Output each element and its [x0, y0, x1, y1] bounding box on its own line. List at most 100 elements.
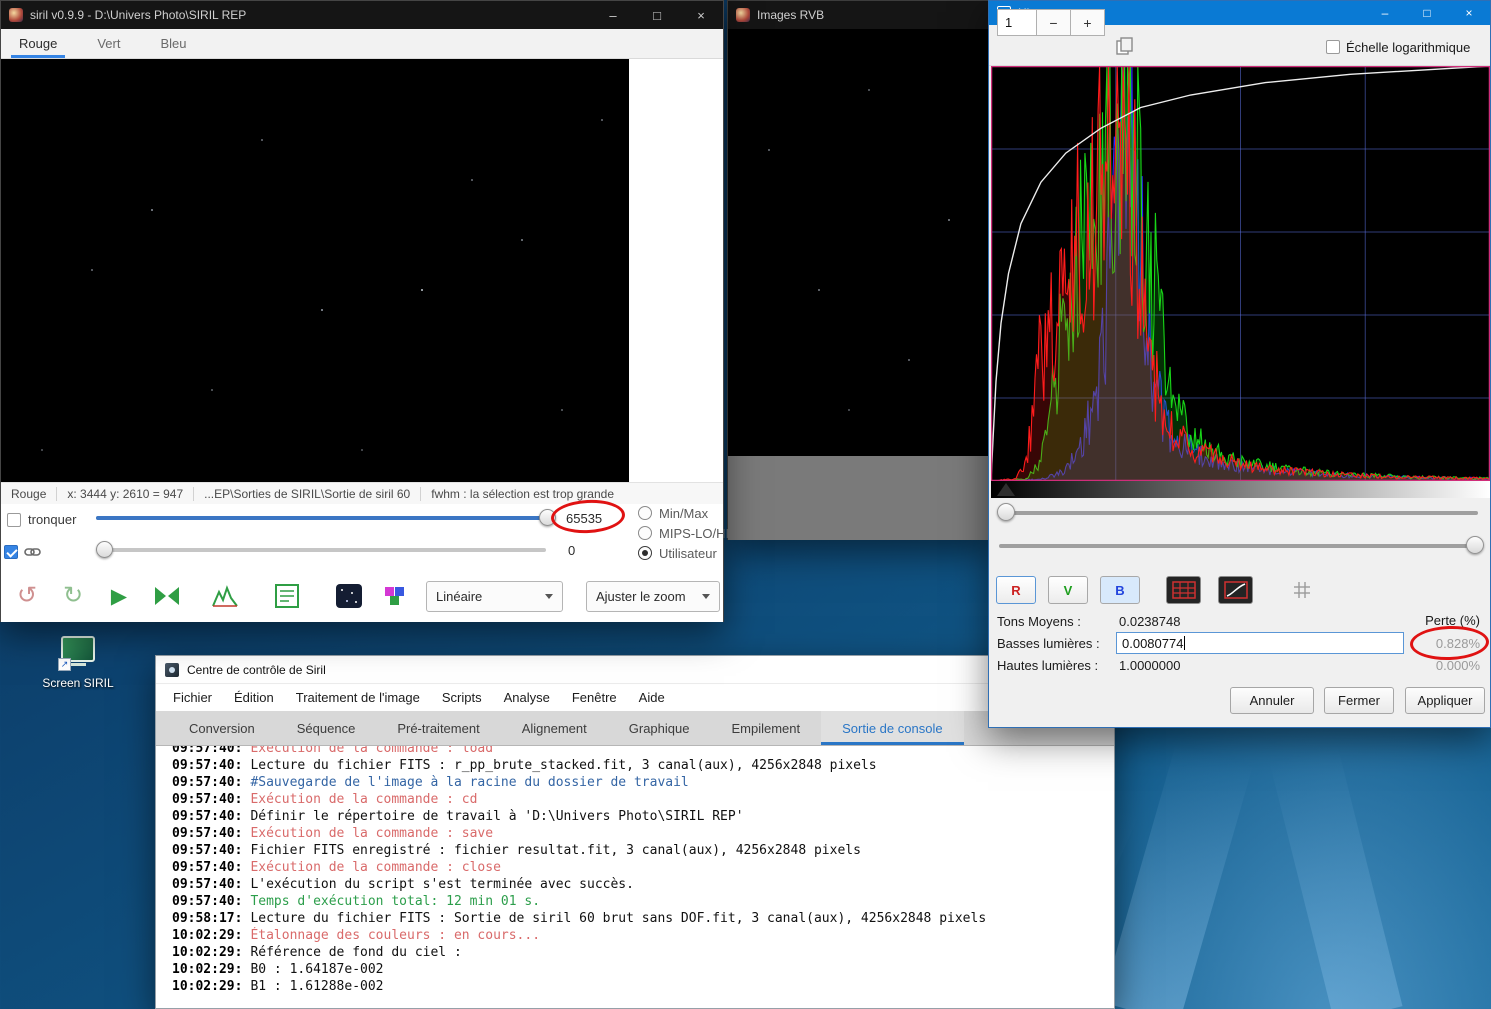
display-controls-panel: tronquer 65535 Min/Max MIPS-LO/HI Utilis… [1, 504, 729, 622]
star-detection-button[interactable] [331, 576, 367, 616]
green-channel-button[interactable]: V [1048, 576, 1088, 604]
image-canvas[interactable] [1, 59, 629, 482]
histogram-transform-button[interactable] [205, 576, 245, 616]
siril-control-icon [165, 662, 179, 677]
tab-rouge[interactable]: Rouge [11, 29, 65, 58]
layer-spin-input[interactable]: 1 [997, 9, 1037, 36]
screen-stand [70, 663, 86, 666]
highlights-label: Hautes lumières : [997, 658, 1099, 673]
redo-button[interactable]: ↻ [55, 576, 91, 616]
redo-icon: ↻ [62, 582, 84, 609]
chevron-down-icon [702, 594, 710, 599]
highlights-slider[interactable] [989, 534, 1490, 558]
close-dialog-button[interactable]: Fermer [1324, 687, 1394, 714]
rvb-image-area[interactable] [728, 29, 992, 456]
tab-vert[interactable]: Vert [89, 29, 128, 58]
starfield [1, 59, 3, 61]
rvb-titlebar[interactable]: Images RVB [728, 1, 992, 29]
histogram-window: Histogrammes – □ × 1 − + Échelle logarit… [988, 0, 1491, 728]
rvb-window-title: Images RVB [757, 8, 825, 22]
layers-icon [1116, 37, 1133, 55]
shadows-input-value: 0.0080774 [1122, 635, 1184, 651]
control-titlebar[interactable]: Centre de contrôle de Siril [156, 656, 1114, 684]
console-output[interactable]: 09:57:40: Exécution de la commande : load… [156, 746, 1114, 1008]
maximize-button[interactable]: □ [1406, 1, 1448, 25]
console-line: 10:02:29: B0 : 1.64187e-002 [172, 962, 384, 977]
menu-traitement[interactable]: Traitement de l'image [285, 686, 431, 709]
truncate-checkbox[interactable] [7, 513, 21, 527]
menu-edition[interactable]: Édition [223, 686, 285, 709]
shadows-input[interactable]: 0.0080774 [1116, 632, 1404, 654]
undo-button[interactable]: ↺ [9, 576, 45, 616]
status-coordinates: x: 3444 y: 2610 = 947 [57, 486, 195, 501]
radio-icon[interactable] [638, 506, 652, 520]
tab-empilement[interactable]: Empilement [710, 711, 821, 745]
menu-scripts[interactable]: Scripts [431, 686, 493, 709]
radio-icon[interactable] [638, 526, 652, 540]
console-line: 09:57:40: #Sauvegarde de l'image à la rac… [172, 775, 689, 790]
link-channels-checkbox[interactable] [4, 545, 18, 559]
siril-titlebar[interactable]: siril v0.9.9 - D:\Univers Photo\SIRIL RE… [1, 1, 723, 29]
low-slider-handle[interactable] [96, 541, 113, 558]
status-fwhm: fwhm : la sélection est trop grande [431, 486, 614, 501]
radio-mips[interactable]: MIPS-LO/HI [638, 525, 729, 541]
tab-conversion[interactable]: Conversion [168, 711, 276, 745]
tab-graphique[interactable]: Graphique [608, 711, 711, 745]
highlights-slider-handle[interactable] [1466, 536, 1484, 554]
process-button[interactable]: ▶ [101, 576, 137, 616]
statistics-button[interactable] [267, 576, 307, 616]
menu-analyse[interactable]: Analyse [493, 686, 561, 709]
radio-utilisateur[interactable]: Utilisateur [638, 545, 717, 561]
menu-aide[interactable]: Aide [628, 686, 676, 709]
loss-header: Perte (%) [1425, 613, 1480, 628]
tab-alignement[interactable]: Alignement [501, 711, 608, 745]
stats-panel-icon [275, 584, 299, 608]
channel-stack-button[interactable] [1115, 36, 1135, 61]
desktop-shortcut-screen-siril[interactable]: ↗ Screen SIRIL [38, 636, 118, 690]
display-mode-value: Linéaire [436, 589, 483, 604]
stars-icon [336, 584, 362, 608]
spin-plus-button[interactable]: + [1070, 9, 1105, 36]
console-line: 09:57:40: Exécution de la commande : clos… [172, 860, 501, 875]
window-controls: – □ × [1364, 1, 1490, 25]
grid-view-button[interactable] [1166, 576, 1201, 604]
highlights-value: 1.0000000 [1119, 658, 1181, 673]
menu-fichier[interactable]: Fichier [162, 686, 223, 709]
grid-display-toggle[interactable] [1293, 581, 1311, 604]
histogram-plot [990, 65, 1491, 482]
tab-bleu[interactable]: Bleu [152, 29, 194, 58]
close-button[interactable]: × [1448, 1, 1490, 25]
shadows-slider-handle[interactable] [997, 503, 1015, 521]
tab-sortie-console[interactable]: Sortie de console [821, 711, 964, 745]
fit-zoom-button[interactable]: Ajuster le zoom [586, 581, 720, 612]
red-channel-button[interactable]: R [996, 576, 1036, 604]
maximize-button[interactable]: □ [635, 1, 679, 29]
curve-display-button[interactable] [1218, 576, 1253, 604]
log-scale-checkbox[interactable] [1326, 40, 1340, 54]
radio-icon[interactable] [638, 546, 652, 560]
blue-channel-button[interactable]: B [1100, 576, 1140, 604]
display-mode-select[interactable]: Linéaire [426, 581, 563, 612]
radio-minmax[interactable]: Min/Max [638, 505, 708, 521]
shadows-slider[interactable] [989, 501, 1490, 525]
minimize-button[interactable]: – [591, 1, 635, 29]
rgb-icon [384, 586, 406, 606]
screen-siril-icon: ↗ [58, 636, 98, 672]
tab-sequence[interactable]: Séquence [276, 711, 377, 745]
tab-pretraitement[interactable]: Pré-traitement [376, 711, 500, 745]
menu-fenetre[interactable]: Fenêtre [561, 686, 628, 709]
console-line: 10:02:29: B1 : 1.61288e-002 [172, 979, 384, 994]
mirror-button[interactable] [147, 576, 187, 616]
cancel-button[interactable]: Annuler [1230, 687, 1314, 714]
spin-minus-button[interactable]: − [1036, 9, 1071, 36]
shortcut-arrow-icon: ↗ [58, 658, 71, 671]
minimize-button[interactable]: – [1364, 1, 1406, 25]
gradient-marker-icon[interactable] [997, 483, 1015, 496]
high-slider-handle[interactable] [539, 509, 556, 526]
close-button[interactable]: × [679, 1, 723, 29]
rgb-composition-button[interactable] [377, 576, 413, 616]
apply-button[interactable]: Appliquer [1405, 687, 1485, 714]
high-cutoff-slider[interactable] [96, 508, 556, 528]
console-line: 10:02:29: Étalonnage des couleurs : en co… [172, 928, 541, 943]
low-cutoff-slider[interactable] [96, 540, 546, 560]
